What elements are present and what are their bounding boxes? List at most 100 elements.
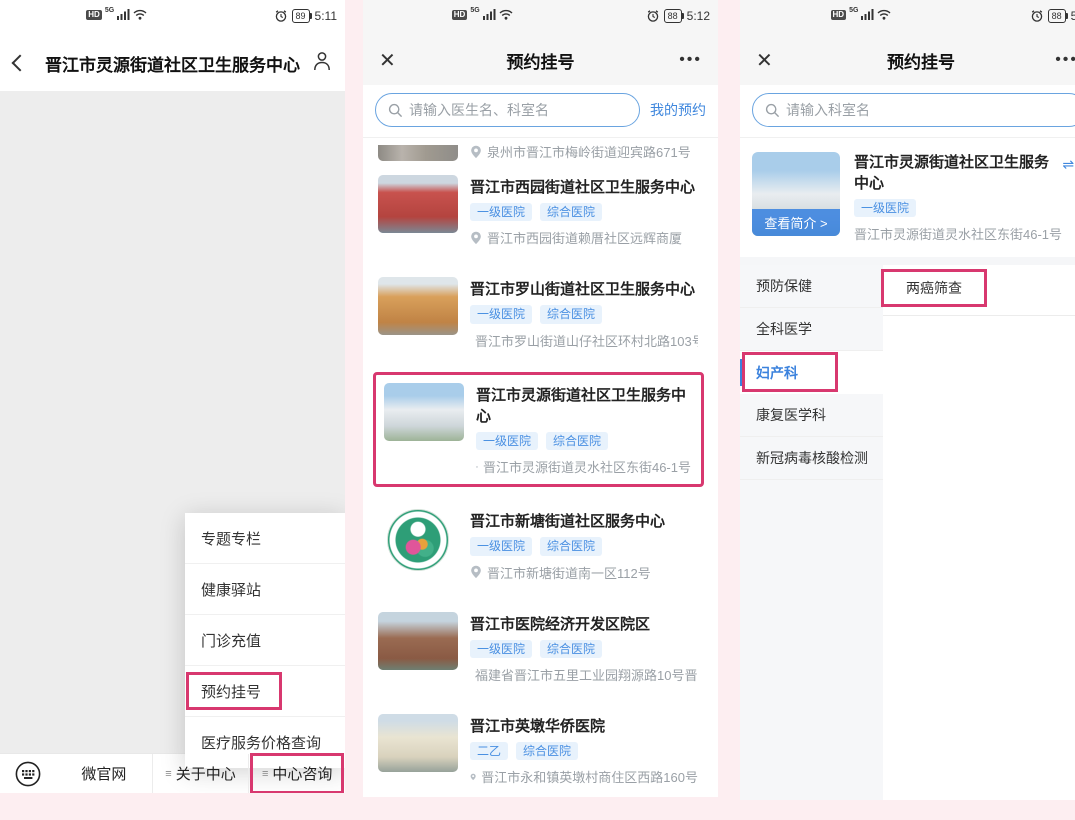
department-label: 新冠病毒核酸检测 [756, 448, 868, 468]
hd-badge-icon: HD [831, 10, 847, 20]
department-label: 全科医学 [756, 319, 812, 339]
hospital-list-item[interactable]: 晋江市新塘街道社区服务中心一级医院综合医院 晋江市新塘街道南一区112号 [363, 509, 718, 581]
status-bar: HD 5G 89 5:11 [0, 0, 345, 35]
search-field[interactable] [752, 93, 1075, 127]
status-bar: HD 5G 88 5:12 [363, 0, 718, 35]
hospital-photo [387, 509, 449, 571]
more-menu-icon[interactable]: ••• [679, 51, 702, 69]
signal-icon [483, 9, 496, 20]
department-content: 两癌筛查 [883, 265, 1075, 800]
hospital-photo [378, 145, 458, 161]
network-5g-label: 5G [470, 7, 479, 14]
sidebar-item-dept-4[interactable]: 新冠病毒核酸检测 [740, 437, 883, 480]
my-appointments-link[interactable]: 我的预约 [650, 100, 706, 120]
search-icon [765, 103, 780, 118]
wifi-icon [133, 9, 147, 20]
clock-time: 5:11 [315, 9, 337, 23]
hospital-address-row: 晋江市永和镇英墩村商住区西路160号 [470, 767, 698, 786]
more-menu-icon[interactable]: ••• [1055, 51, 1075, 69]
location-pin-icon [470, 770, 476, 784]
hospital-info: 晋江市灵源街道社区卫生服务中心一级医院综合医院 晋江市灵源街道灵水社区东街46-… [476, 383, 691, 476]
menu-item[interactable]: 专题专栏 [185, 513, 345, 564]
hospital-grade-badge: 二乙 [470, 742, 508, 760]
hospital-grade-badge: 一级医院 [470, 305, 532, 323]
alarm-icon [1031, 10, 1043, 22]
hospital-address-row: 晋江市罗山街道山仔社区环村北路103号... [470, 331, 698, 350]
hospital-info: 晋江市新塘街道社区服务中心一级医院综合医院 晋江市新塘街道南一区112号 [470, 509, 698, 581]
network-5g-label: 5G [105, 7, 114, 14]
menu-item[interactable]: 门诊充值 [185, 615, 345, 666]
hospital-list-item[interactable]: 晋江市灵源街道社区卫生服务中心一级医院综合医院 晋江市灵源街道灵水社区东街46-… [373, 372, 704, 487]
hospital-list-item[interactable]: 晋江市罗山街道社区卫生服务中心一级医院综合医院 晋江市罗山街道山仔社区环村北路1… [363, 277, 718, 349]
department-label: 预防保健 [756, 276, 812, 296]
hospital-address: 晋江市灵源街道灵水社区东街46-1号 [854, 224, 1075, 243]
hospital-address-row: 晋江市新塘街道南一区112号 [470, 563, 698, 582]
hospital-list-item[interactable]: 晋江市西园街道社区卫生服务中心一级医院综合医院 晋江市西园街道赖厝社区远辉商厦 [363, 175, 718, 247]
alarm-icon [275, 10, 287, 22]
hospital-tags: 一级医院综合医院 [470, 203, 698, 221]
wifi-slot-1 [133, 9, 147, 20]
tab-2[interactable]: ≡中心咨询 [248, 754, 345, 793]
network-5g-label: 5G [849, 7, 858, 14]
hospital-address: 晋江市灵源街道灵水社区东街46-1号 [483, 457, 691, 476]
hospital-grade-badge: 综合医院 [540, 305, 602, 323]
hospital-tags: 一级医院综合医院 [470, 537, 698, 555]
wifi-icon [499, 9, 513, 20]
location-pin-icon [476, 460, 478, 474]
hospital-name: 晋江市医院经济开发区院区 [470, 613, 698, 634]
tab-label: 关于中心 [176, 763, 236, 784]
search-row [740, 85, 1075, 138]
selected-hospital-card: 查看简介 > 晋江市灵源街道社区卫生服务中心 一级医院 晋江市灵源街道灵水社区东… [740, 138, 1075, 265]
service-item-screening[interactable]: 两癌筛查 [881, 269, 987, 307]
status-bar: HD 5G 88 5:12 [740, 0, 1075, 35]
page-title: 预约挂号 [740, 48, 1075, 73]
page-title: 晋江市灵源街道社区卫生服务中心 [0, 51, 345, 76]
hd-badge-icon: HD [452, 10, 468, 20]
hospital-info: 晋江市罗山街道社区卫生服务中心一级医院综合医院 晋江市罗山街道山仔社区环村北路1… [470, 277, 698, 349]
menu-item[interactable]: 预约挂号 [185, 666, 345, 717]
tab-1[interactable]: ≡关于中心 [152, 754, 249, 793]
search-input[interactable] [409, 102, 627, 118]
hospital-list-item[interactable]: 晋江市医院经济开发区院区一级医院综合医院 福建省晋江市五里工业园翔源路10号晋.… [363, 612, 718, 684]
hospital-tags: 二乙综合医院 [470, 742, 698, 760]
bottom-tab-bar: 微官网 ≡关于中心≡中心咨询 [0, 753, 345, 793]
hospital-address: 晋江市新塘街道南一区112号 [487, 563, 651, 582]
menu-item[interactable]: 健康驿站 [185, 564, 345, 615]
switch-hospital-link[interactable]: ⇌ 切换 [1062, 154, 1075, 174]
hospital-grade-badge: 一级医院 [470, 640, 532, 658]
hospital-grade-badge: 一级医院 [470, 203, 532, 221]
profile-icon[interactable] [313, 51, 331, 71]
hospital-name: 晋江市英墩华侨医院 [470, 715, 698, 736]
sidebar-item-dept-2[interactable]: 妇产科 [740, 351, 883, 394]
hospital-photo [378, 277, 458, 335]
list-item-partial[interactable]: 泉州市晋江市梅岭街道迎宾路671号 [363, 142, 718, 175]
sidebar-item-dept-1[interactable]: 全科医学 [740, 308, 883, 351]
location-pin-icon [470, 231, 482, 245]
hospital-address: 泉州市晋江市梅岭街道迎宾路671号 [487, 142, 691, 161]
switch-arrows-icon: ⇌ [1062, 156, 1074, 172]
hospital-grade-badge: 综合医院 [540, 203, 602, 221]
hospital-info: 晋江市英墩华侨医院二乙综合医院 晋江市永和镇英墩村商住区西路160号 [470, 714, 698, 786]
search-slot-2 [388, 103, 403, 118]
hospital-address: 晋江市罗山街道山仔社区环村北路103号... [475, 331, 698, 350]
hospital-tags: 一级医院综合医院 [470, 640, 698, 658]
hospital-tags: 一级医院综合医院 [470, 305, 698, 323]
sidebar-item-dept-3[interactable]: 康复医学科 [740, 394, 883, 437]
phone-screen-hospital-list: HD 5G 88 5:12 ✕ 预约挂号 ••• [363, 0, 718, 797]
search-input[interactable] [786, 102, 1073, 118]
signal-slot-2 [483, 9, 496, 20]
hospital-list-item[interactable]: 晋江市英墩华侨医院二乙综合医院 晋江市永和镇英墩村商住区西路160号 [363, 714, 718, 786]
alarm-slot-3 [1031, 10, 1043, 22]
sidebar-item-dept-0[interactable]: 预防保健 [740, 265, 883, 308]
view-intro-button[interactable]: 查看简介 > [752, 209, 840, 236]
tab-0[interactable]: 微官网 [56, 754, 152, 793]
hospital-address: 福建省晋江市五里工业园翔源路10号晋... [475, 665, 698, 684]
location-pin-icon [470, 565, 482, 579]
tab-label: 微官网 [81, 763, 126, 784]
keyboard-toggle-icon[interactable] [0, 754, 56, 793]
menu-item-label: 医疗服务价格查询 [201, 732, 321, 753]
service-row: 两癌筛查 [883, 269, 1075, 316]
search-field[interactable] [375, 93, 640, 127]
title-bar: ✕ 预约挂号 ••• [740, 35, 1075, 85]
clock-time: 5:12 [687, 9, 710, 23]
